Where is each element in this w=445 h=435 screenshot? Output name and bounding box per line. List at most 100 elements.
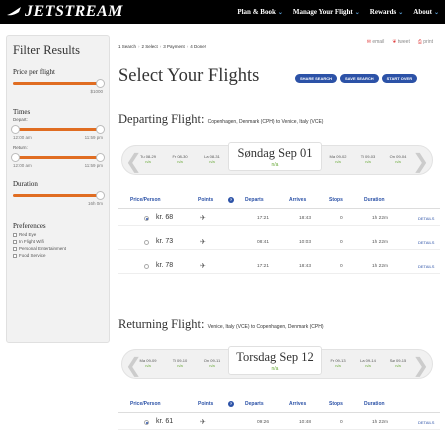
selected-date[interactable]: Torsdag Sep 12 n/a — [228, 346, 322, 375]
date-price: n/a — [335, 363, 341, 368]
date-option[interactable]: La 09-14 n/a — [356, 358, 380, 368]
date-option[interactable]: Ti 09-10 n/a — [168, 358, 192, 368]
col-price[interactable]: Price/Person — [130, 197, 161, 203]
col-duration[interactable]: Duration — [364, 401, 385, 407]
date-price: n/a — [145, 159, 151, 164]
chevron-down-icon: ⌄ — [354, 9, 360, 16]
tweet-link[interactable]: ❦ tweet — [392, 39, 410, 45]
date-price: n/a — [335, 159, 341, 164]
duration-max-value: 16h 0m — [87, 201, 103, 206]
flight-row[interactable]: kr. 73 ✈ 08:41 10:03 0 1h 22m DETAILS — [118, 236, 440, 250]
col-points[interactable]: Points — [198, 401, 213, 407]
slider-handle-max[interactable] — [96, 125, 105, 134]
save-search-button[interactable]: SAVE SEARCH — [340, 74, 379, 83]
pref-entertainment[interactable]: Personal Entertainment — [13, 246, 103, 251]
step-payment[interactable]: 3 Payment — [163, 44, 185, 49]
price-heading: Price per flight — [13, 68, 55, 76]
date-option[interactable]: La 08-31 n/a — [200, 154, 224, 164]
nav-plan-book[interactable]: Plan & Book ⌄ — [237, 8, 283, 16]
print-link[interactable]: ⎙ print — [418, 39, 433, 45]
col-duration[interactable]: Duration — [364, 197, 385, 203]
date-price: n/a — [177, 159, 183, 164]
slider-handle-min[interactable] — [11, 125, 20, 134]
col-points[interactable]: Points — [198, 197, 213, 203]
returning-table-header: Price/Person Points ? Departs Arrives St… — [118, 401, 440, 411]
select-radio[interactable] — [144, 264, 149, 269]
col-arrives[interactable]: Arrives — [289, 401, 306, 407]
slider-handle-max[interactable] — [96, 153, 105, 162]
flight-row[interactable]: kr. 61 ✈ 09:26 10:48 0 1h 22m DETAILS — [118, 416, 440, 430]
col-departs[interactable]: Departs — [245, 197, 264, 203]
step-done[interactable]: 4 Done! — [190, 44, 206, 49]
col-arrives[interactable]: Arrives — [289, 197, 306, 203]
flight-row[interactable]: kr. 78 ✈ 17:21 18:43 0 1h 22m DETAILS — [118, 260, 440, 274]
sidebar-title: Filter Results — [13, 43, 81, 57]
select-radio[interactable] — [144, 420, 149, 425]
selected-date[interactable]: Søndag Sep 01 n/a — [228, 142, 322, 171]
duration-heading: Duration — [13, 180, 38, 188]
row-departs: 17:21 — [257, 216, 270, 221]
date-option[interactable]: Ma 09-09 n/a — [136, 358, 160, 368]
divider — [118, 412, 440, 413]
date-option[interactable]: Fr 08-30 n/a — [168, 154, 192, 164]
step-search[interactable]: 1 Search — [118, 44, 136, 49]
share-links: ✉ email ❦ tweet ⎙ print — [367, 39, 433, 45]
pref-wifi[interactable]: In Flight Wifi — [13, 239, 103, 244]
checkbox[interactable] — [13, 239, 17, 244]
details-link[interactable]: DETAILS — [418, 420, 434, 425]
checkbox[interactable] — [13, 232, 17, 237]
info-icon[interactable]: ? — [228, 197, 234, 203]
start-over-button[interactable]: START OVER — [381, 74, 418, 83]
checkbox[interactable] — [13, 246, 17, 251]
nav-manage-flight[interactable]: Manage Your Flight ⌄ — [293, 8, 360, 16]
slider-handle[interactable] — [96, 191, 105, 200]
row-price: kr. 78 — [156, 262, 174, 269]
select-radio[interactable] — [144, 240, 149, 245]
date-option[interactable]: Sø 09-15 n/a — [386, 358, 410, 368]
date-option[interactable]: On 09-04 n/a — [386, 154, 410, 164]
depart-time-slider[interactable] — [11, 125, 105, 134]
col-stops[interactable]: Stops — [329, 401, 343, 407]
returning-heading: Returning Flight: Venice, Italy (VCE) to… — [118, 317, 323, 332]
col-departs[interactable]: Departs — [245, 401, 264, 407]
preferences-heading: Preferences — [13, 222, 46, 230]
slider-handle-min[interactable] — [11, 153, 20, 162]
pref-food[interactable]: Food Service — [13, 253, 103, 258]
date-option[interactable]: Ti 09-03 n/a — [356, 154, 380, 164]
row-departs: 17:21 — [257, 264, 270, 269]
date-option[interactable]: Ma 09-02 n/a — [326, 154, 350, 164]
share-search-button[interactable]: SHARE SEARCH — [295, 74, 338, 83]
date-option[interactable]: Tu 08-29 n/a — [136, 154, 160, 164]
info-icon[interactable]: ? — [228, 401, 234, 407]
col-price[interactable]: Price/Person — [130, 401, 161, 407]
flight-row[interactable]: kr. 68 ✈ 17:21 18:43 0 1h 22m DETAILS — [118, 212, 440, 226]
date-option[interactable]: Fr 09-13 n/a — [326, 358, 350, 368]
details-link[interactable]: DETAILS — [418, 264, 434, 269]
date-option[interactable]: On 09-11 n/a — [200, 358, 224, 368]
chevron-right-icon[interactable]: ❯ — [412, 149, 429, 173]
brand-logo[interactable]: JETSTREAM — [6, 3, 123, 21]
row-stops: 0 — [340, 240, 343, 245]
checkbox[interactable] — [13, 253, 17, 258]
select-radio[interactable] — [144, 216, 149, 221]
price-slider[interactable] — [13, 79, 105, 88]
nav-about[interactable]: About ⌄ — [413, 8, 439, 16]
date-price: n/a — [209, 363, 215, 368]
duration-slider[interactable] — [13, 191, 105, 200]
step-select[interactable]: 2 Select — [142, 44, 158, 49]
details-link[interactable]: DETAILS — [418, 240, 434, 245]
pref-red-eye[interactable]: Red Eye — [13, 232, 103, 237]
col-stops[interactable]: Stops — [329, 197, 343, 203]
row-price: kr. 73 — [156, 238, 174, 245]
nav-rewards[interactable]: Rewards ⌄ — [370, 8, 403, 16]
brand-name: JETSTREAM — [25, 3, 123, 20]
chevron-right-icon[interactable]: ❯ — [412, 353, 429, 377]
step-separator: › — [186, 44, 189, 49]
email-link[interactable]: ✉ email — [367, 39, 385, 45]
details-link[interactable]: DETAILS — [418, 216, 434, 221]
slider-handle[interactable] — [96, 79, 105, 88]
departing-date-strip: ❮ Tu 08-29 n/a Fr 08-30 n/a La 08-31 n/a Sø… — [121, 142, 433, 175]
plane-icon: ✈ — [200, 419, 206, 426]
return-time-slider[interactable] — [11, 153, 105, 162]
row-price: kr. 68 — [156, 214, 174, 221]
